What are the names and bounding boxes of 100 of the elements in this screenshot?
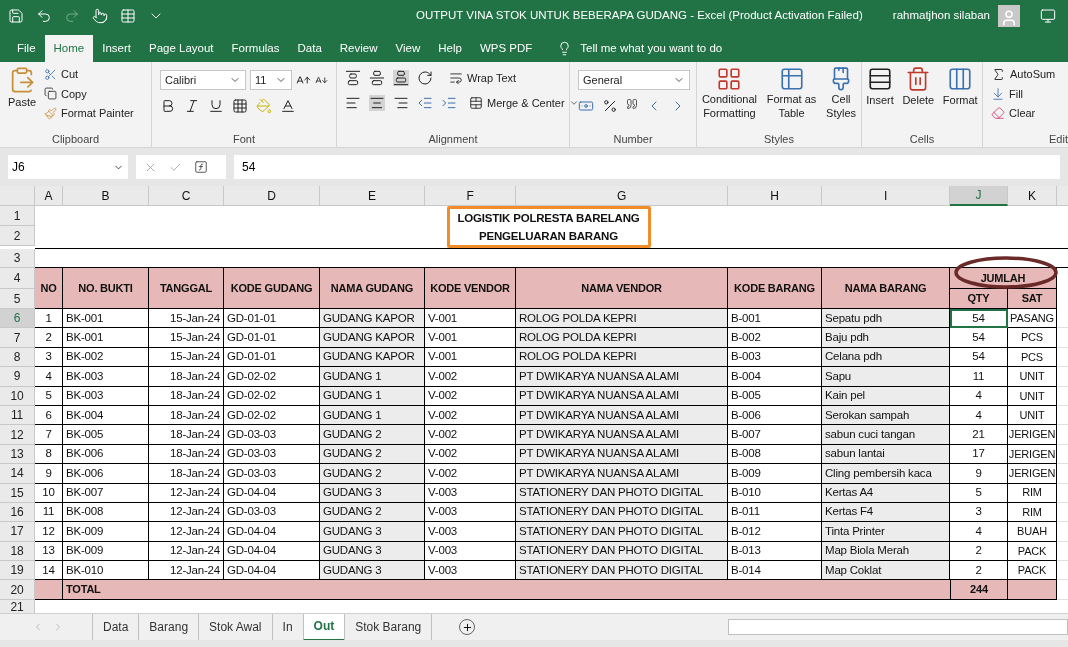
table-cell: GUDANG 2 bbox=[320, 464, 425, 484]
row-number[interactable]: 12 bbox=[0, 425, 35, 445]
fill-color-icon[interactable] bbox=[256, 98, 272, 114]
cells-button[interactable]: Insert bbox=[866, 66, 894, 131]
column-header[interactable]: C bbox=[149, 186, 224, 206]
ribbon-tab[interactable]: Insert bbox=[93, 35, 140, 62]
undo-icon[interactable] bbox=[36, 7, 52, 24]
bold-icon[interactable] bbox=[160, 98, 176, 114]
middle-align-icon[interactable] bbox=[369, 70, 385, 87]
ribbon-tab[interactable]: Home bbox=[44, 35, 94, 62]
font-size-field[interactable]: 11 bbox=[250, 70, 292, 90]
copy-button[interactable]: Copy bbox=[44, 85, 134, 102]
row-number[interactable]: 2 bbox=[0, 226, 35, 246]
style-button[interactable]: Cell Styles bbox=[826, 66, 857, 131]
ribbon-tab[interactable]: WPS PDF bbox=[470, 35, 542, 62]
table-cell: 21 bbox=[950, 425, 1008, 445]
orientation-icon[interactable] bbox=[417, 70, 433, 87]
table-icon[interactable] bbox=[120, 7, 136, 24]
table-cell: PT DWIKARYA NUANSA ALAMI bbox=[516, 386, 728, 406]
column-header[interactable]: A bbox=[35, 186, 63, 206]
font-color-icon[interactable] bbox=[280, 98, 296, 114]
table-cell: JERIGEN bbox=[1008, 425, 1057, 445]
table-cell: V-002 bbox=[425, 425, 516, 445]
save-icon[interactable] bbox=[8, 7, 24, 24]
percent-icon[interactable] bbox=[602, 98, 618, 114]
underline-icon[interactable] bbox=[208, 98, 224, 114]
ribbon-tab[interactable]: View bbox=[386, 35, 430, 62]
row-number[interactable]: 14 bbox=[0, 464, 35, 484]
table-cell: GUDANG KAPOR bbox=[320, 328, 425, 348]
row-number[interactable]: 7 bbox=[0, 328, 35, 348]
column-header[interactable]: H bbox=[728, 186, 822, 206]
table-cell: B-013 bbox=[728, 541, 822, 562]
italic-icon[interactable] bbox=[184, 98, 200, 114]
row-number[interactable]: 5 bbox=[0, 289, 35, 309]
currency-icon[interactable] bbox=[578, 98, 594, 114]
table-cell: B-001 bbox=[728, 309, 822, 329]
table-cell: V-002 bbox=[425, 386, 516, 406]
column-header[interactable]: F bbox=[425, 186, 516, 206]
fill-button[interactable]: Fill bbox=[991, 85, 1068, 102]
cut-button[interactable]: Cut bbox=[44, 66, 134, 83]
table-cell: 18-Jan-24 bbox=[149, 464, 224, 484]
merge-center-button[interactable]: Merge & Center bbox=[469, 94, 579, 111]
paste-button[interactable]: Paste bbox=[4, 66, 40, 131]
column-header[interactable]: B bbox=[63, 186, 149, 206]
tell-me-field[interactable]: Tell me what you want to do bbox=[580, 39, 723, 58]
cells-button[interactable]: Delete bbox=[902, 66, 935, 131]
table-cell: Kain pel bbox=[822, 386, 950, 406]
number-format-field[interactable]: General bbox=[578, 70, 690, 90]
ribbon-tab[interactable]: Review bbox=[330, 35, 387, 62]
table-cell: BK-006 bbox=[63, 464, 149, 484]
row-number[interactable]: 19 bbox=[0, 561, 35, 581]
ribbon-tab[interactable]: Help bbox=[429, 35, 471, 62]
formula-field[interactable]: 54 bbox=[234, 155, 1060, 179]
column-header[interactable]: E bbox=[320, 186, 425, 206]
clear-button[interactable]: Clear bbox=[991, 105, 1068, 122]
column-header[interactable]: G bbox=[516, 186, 728, 206]
comma-style-icon[interactable] bbox=[626, 98, 638, 110]
table-cell: GD-02-02 bbox=[224, 386, 320, 406]
name-box[interactable]: J6 bbox=[8, 155, 128, 179]
row-number[interactable]: 20 bbox=[0, 580, 35, 600]
table-cell: GUDANG 2 bbox=[320, 444, 425, 465]
function-icon[interactable] bbox=[194, 160, 208, 174]
bottom-align-icon[interactable] bbox=[393, 70, 409, 87]
borders-icon[interactable] bbox=[232, 98, 248, 114]
ribbon-tab[interactable]: Formulas bbox=[222, 35, 289, 62]
column-heading: KODE GUDANG bbox=[224, 268, 320, 309]
avatar-icon[interactable] bbox=[998, 4, 1020, 27]
row-number[interactable]: 1 bbox=[0, 206, 35, 226]
table-cell: 54 bbox=[950, 347, 1008, 368]
style-button[interactable]: Conditional Formatting bbox=[701, 66, 757, 131]
sheet-tab[interactable]: Out bbox=[302, 613, 345, 641]
touch-mode-icon[interactable] bbox=[92, 7, 108, 24]
column-header[interactable]: J bbox=[950, 186, 1008, 206]
column-header[interactable]: D bbox=[224, 186, 320, 206]
table-cell: V-003 bbox=[425, 522, 516, 542]
row-number[interactable]: 17 bbox=[0, 522, 35, 542]
ribbon-tab[interactable]: File bbox=[8, 35, 45, 62]
column-header[interactable]: K bbox=[1008, 186, 1057, 206]
align-center-icon[interactable] bbox=[369, 94, 385, 111]
autosum-button[interactable]: AutoSum bbox=[991, 66, 1068, 83]
column-header[interactable]: I bbox=[822, 186, 950, 206]
horizontal-scrollbar[interactable] bbox=[728, 619, 1068, 635]
top-align-icon[interactable] bbox=[345, 70, 361, 87]
row-number[interactable]: 9 bbox=[0, 367, 35, 387]
font-name-field[interactable]: Calibri bbox=[160, 70, 246, 90]
wrap-text-button[interactable]: Wrap Text bbox=[449, 70, 517, 87]
ribbon-tab[interactable]: Data bbox=[288, 35, 331, 62]
ribbon-display-icon[interactable] bbox=[1040, 7, 1056, 24]
format-painter-button[interactable]: Format Painter bbox=[44, 105, 134, 122]
table-cell: PT DWIKARYA NUANSA ALAMI bbox=[516, 444, 728, 465]
row-number[interactable]: 3 bbox=[0, 249, 35, 268]
row-number[interactable]: 6 bbox=[0, 309, 35, 329]
style-button[interactable]: Format as Table bbox=[766, 66, 817, 131]
table-cell: BUAH bbox=[1008, 522, 1057, 542]
column-heading: NO bbox=[35, 268, 63, 309]
cells-button[interactable]: Format bbox=[942, 66, 978, 131]
table-cell: ROLOG POLDA KEPRI bbox=[516, 328, 728, 348]
row-number[interactable]: 4 bbox=[0, 268, 35, 289]
ribbon-tab[interactable]: Page Layout bbox=[140, 35, 223, 62]
table-cell: GD-03-03 bbox=[224, 464, 320, 484]
